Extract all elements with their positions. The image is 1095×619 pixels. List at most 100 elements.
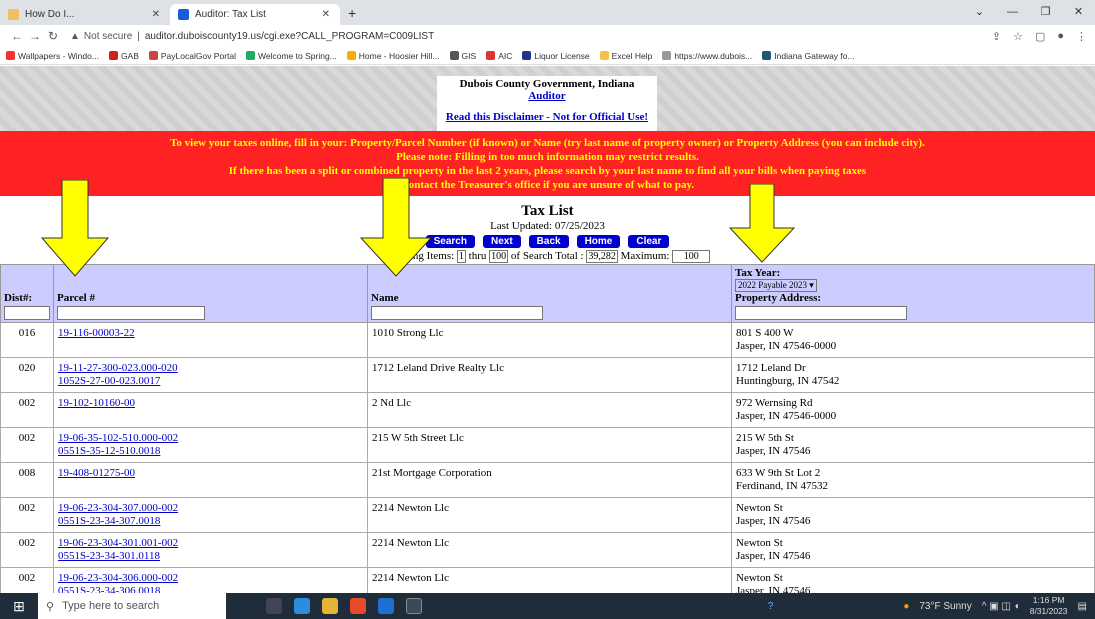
address-line2: Jasper, IN 47546 xyxy=(736,515,811,527)
tray-icons[interactable]: ^ ▣ ◫ ◖ xyxy=(982,601,1020,612)
clock[interactable]: 1:16 PM 8/31/2023 xyxy=(1030,595,1068,617)
address-bar: ← → ↻ ▲ Not secure | auditor.duboiscounty19… xyxy=(0,25,1095,47)
close-icon[interactable]: ✕ xyxy=(152,9,160,20)
app-icon[interactable] xyxy=(406,598,422,614)
new-tab-button[interactable]: + xyxy=(340,4,364,25)
chevron-down-icon[interactable]: ⌄ xyxy=(963,0,996,24)
instructions-notice: To view your taxes online, fill in your:… xyxy=(0,131,1095,196)
tab-auditor-tax-list[interactable]: Auditor: Tax List ✕ xyxy=(170,4,340,25)
notice-line: If there has been a split or combined pr… xyxy=(228,165,867,177)
parcel-link[interactable]: 19-06-35-102-510.000-002 xyxy=(58,432,178,444)
notice-line: Please note: Filling in too much informa… xyxy=(396,151,699,163)
dist-filter-input[interactable] xyxy=(4,306,50,320)
bookmark-item[interactable]: Home - Hoosier Hill... xyxy=(346,50,440,61)
weather-icon: ● xyxy=(903,600,910,612)
parcel-cell: 19-102-10160-00 xyxy=(53,392,368,428)
bookmark-icon xyxy=(662,51,672,60)
dist-cell: 002 xyxy=(0,497,54,533)
name-cell: 21st Mortgage Corporation xyxy=(367,462,732,498)
parcel-link[interactable]: 19-06-23-304-301.001-002 xyxy=(58,537,178,549)
bookmark-item[interactable]: Liquor License xyxy=(522,51,590,61)
parcel-alt-link[interactable]: 1052S-27-00-023.0017 xyxy=(58,375,160,387)
address-filter-input[interactable] xyxy=(735,306,907,320)
bookmark-item[interactable]: AIC xyxy=(486,51,512,61)
address-line2: Jasper, IN 47546 xyxy=(736,585,811,593)
maximum-field[interactable]: 100 xyxy=(672,250,711,263)
weather-text[interactable]: 73°F Sunny xyxy=(919,601,971,612)
parcel-link[interactable]: 19-06-23-304-307.000-002 xyxy=(58,502,178,514)
parcel-link[interactable]: 19-11-27-300-023.000-020 xyxy=(58,362,178,374)
bookmark-icon xyxy=(599,51,609,60)
bookmark-item[interactable]: Wallpapers - Windo... xyxy=(6,51,99,61)
auditor-link[interactable]: Auditor xyxy=(437,90,657,102)
reload-icon[interactable]: ↻ xyxy=(44,29,62,43)
parcel-alt-link[interactable]: 0551S-23-34-301.0118 xyxy=(58,550,160,562)
table-row: 008 19-408-01275-00 21st Mortgage Corporat… xyxy=(0,462,1095,498)
bookmark-item[interactable]: https://www.dubois... xyxy=(662,51,752,61)
parcel-cell: 19-06-23-304-307.000-002 0551S-23-34-307.… xyxy=(53,497,368,533)
forward-icon[interactable]: → xyxy=(26,29,44,43)
name-cell: 2 Nd Llc xyxy=(367,392,732,428)
bookmark-item[interactable]: Excel Help xyxy=(599,51,652,61)
help-icon[interactable]: ? xyxy=(768,601,774,612)
star-icon[interactable]: ☆ xyxy=(1013,30,1023,43)
parcel-link[interactable]: 19-408-01275-00 xyxy=(58,467,135,479)
parcel-link[interactable]: 19-116-00003-22 xyxy=(58,327,135,339)
to-field[interactable]: 100 xyxy=(489,250,509,263)
windows-start-icon[interactable]: ⊞ xyxy=(0,598,38,615)
parcel-link[interactable]: 19-06-23-304-306.000-002 xyxy=(58,572,178,584)
bookmark-item[interactable]: Welcome to Spring... xyxy=(246,51,337,61)
bookmark-item[interactable]: GAB xyxy=(108,50,139,61)
address-line1: 801 S 400 W xyxy=(736,327,794,339)
bookmark-icon xyxy=(486,51,496,60)
dist-cell: 002 xyxy=(0,567,54,593)
back-button[interactable]: Back xyxy=(528,235,569,248)
outlook-icon[interactable] xyxy=(378,598,394,614)
from-field[interactable]: 1 xyxy=(456,250,466,263)
menu-icon[interactable]: ⋮ xyxy=(1076,30,1087,43)
warning-icon: ▲ xyxy=(70,30,80,42)
edge-icon[interactable] xyxy=(294,598,310,614)
profile-icon[interactable]: ● xyxy=(1057,30,1064,43)
thru-label: thru xyxy=(468,250,487,262)
parcel-alt-link[interactable]: 0551S-23-34-307.0018 xyxy=(58,515,160,527)
parcel-alt-link[interactable]: 0551S-35-12-510.0018 xyxy=(58,445,160,457)
bookmark-label: Welcome to Spring... xyxy=(258,50,337,61)
file-explorer-icon[interactable] xyxy=(322,598,338,614)
parcel-filter-input[interactable] xyxy=(57,306,205,320)
tab-how-do-i[interactable]: How Do I... ✕ xyxy=(0,4,170,25)
tax-year-select[interactable]: 2022 Payable 2023 ▾ xyxy=(735,279,817,292)
close-window-button[interactable]: ✕ xyxy=(1062,0,1095,24)
notification-icon[interactable]: ▤ xyxy=(1078,601,1087,612)
disclaimer-link[interactable]: Read this Disclaimer - Not for Official … xyxy=(437,111,657,123)
address-line2: Huntingburg, IN 47542 xyxy=(736,375,840,387)
bookmark-item[interactable]: GIS xyxy=(449,51,476,61)
sidebar-icon[interactable]: ▢ xyxy=(1035,30,1045,43)
minimize-button[interactable]: — xyxy=(996,0,1029,24)
name-filter-input[interactable] xyxy=(371,306,543,320)
maximize-button[interactable]: ❐ xyxy=(1029,0,1062,24)
bookmark-item[interactable]: PayLocalGov Portal xyxy=(148,51,236,61)
share-icon[interactable]: ⇪ xyxy=(992,30,1001,43)
home-button[interactable]: Home xyxy=(576,235,621,248)
parcel-cell: 19-06-23-304-306.000-002 0551S-23-34-306.… xyxy=(53,567,368,593)
parcel-link[interactable]: 19-102-10160-00 xyxy=(58,397,135,409)
name-label: Name xyxy=(371,292,399,304)
clear-button[interactable]: Clear xyxy=(628,235,670,248)
address-cell: 801 S 400 W Jasper, IN 47546-0000 xyxy=(731,322,1095,358)
back-icon[interactable]: ← xyxy=(8,29,26,43)
arrow-tax-year xyxy=(728,184,796,263)
bookmark-label: Home - Hoosier Hill... xyxy=(358,50,440,61)
browser-chrome: How Do I... ✕ Auditor: Tax List ✕ + ⌄ — ❐ ✕ ←… xyxy=(0,0,1095,65)
bookmark-item[interactable]: Indiana Gateway fo... xyxy=(762,51,855,61)
close-icon[interactable]: ✕ xyxy=(322,9,330,20)
next-button[interactable]: Next xyxy=(482,235,521,248)
task-view-icon[interactable] xyxy=(266,598,282,614)
taskbar-search[interactable]: ⚲ Type here to search xyxy=(38,593,226,619)
name-cell: 1010 Strong Llc xyxy=(367,322,732,358)
url-field[interactable]: ▲ Not secure | auditor.duboiscounty19.us/cg… xyxy=(70,31,992,42)
address-line1: 972 Wernsing Rd xyxy=(736,397,813,409)
chrome-icon[interactable] xyxy=(350,598,366,614)
parcel-alt-link[interactable]: 0551S-23-34-306.0018 xyxy=(58,585,160,593)
bookmark-label: GAB xyxy=(120,50,139,61)
